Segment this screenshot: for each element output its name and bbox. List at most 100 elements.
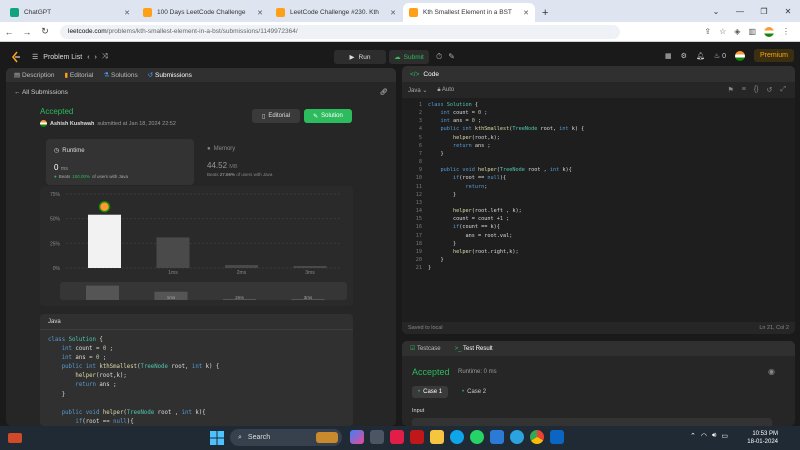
file-explorer-icon[interactable] (430, 430, 444, 444)
braces-icon[interactable]: {} (754, 86, 759, 94)
tab-description[interactable]: ▤ Description (14, 71, 54, 79)
settings-gear-icon[interactable]: ⚙ (681, 52, 687, 60)
volume-icon[interactable]: 🔊︎ (712, 432, 716, 440)
author-name[interactable]: Ashish Kushwah (50, 121, 94, 127)
weather-widget-icon[interactable] (8, 433, 22, 443)
forward-icon[interactable]: → (18, 27, 36, 37)
menu-icon[interactable]: ⋮ (782, 27, 790, 36)
tab-solutions[interactable]: ⚗ Solutions (103, 71, 137, 79)
chart-ytick-label: 0% (53, 266, 61, 272)
close-window-icon[interactable]: ✕ (776, 7, 800, 16)
close-icon[interactable]: ✕ (390, 9, 396, 17)
link-icon[interactable]: 🔗︎ (380, 88, 388, 96)
wifi-icon[interactable]: ◠ (701, 432, 707, 440)
format-icon[interactable]: ≡ (742, 86, 746, 94)
maximize-icon[interactable]: ❐ (752, 7, 776, 16)
edge-icon[interactable] (450, 430, 464, 444)
back-icon[interactable]: ← (0, 27, 18, 37)
fullscreen-icon[interactable]: ⤢ (780, 86, 786, 94)
runtime-value: 0 (54, 163, 59, 172)
layout-icon[interactable]: ▦ (665, 52, 672, 60)
taskbar-clock[interactable]: 10:53 PM 18-01-2024 (747, 430, 778, 446)
mcafee-icon[interactable] (410, 430, 424, 444)
close-icon[interactable]: ✕ (124, 9, 130, 17)
tab-testcase[interactable]: ☑ Testcase (410, 345, 441, 352)
tab-label: Description (21, 72, 55, 79)
close-icon[interactable]: ✕ (257, 9, 263, 17)
share-icon[interactable]: ⇪ (704, 27, 711, 36)
vscode-icon[interactable] (490, 430, 504, 444)
browser-tab-chatgpt[interactable]: ChatGPT ✕ (4, 3, 136, 22)
language-select[interactable]: Java ⌄ (408, 87, 427, 94)
task-view-icon[interactable] (370, 430, 384, 444)
search-highlight-icon (316, 432, 338, 443)
tab-search-icon[interactable]: ⌄ (704, 7, 728, 16)
prev-problem-icon[interactable]: ‹ (87, 54, 89, 61)
chart-bar[interactable] (88, 214, 121, 268)
user-avatar[interactable] (734, 50, 745, 61)
case-2-tab[interactable]: • Case 2 (456, 386, 492, 398)
chevron-up-icon[interactable]: ⌃ (690, 432, 696, 440)
leetcode-logo-icon[interactable] (10, 51, 22, 63)
reload-icon[interactable]: ↻ (36, 26, 54, 37)
beats-suffix: of users with Java (236, 172, 273, 177)
telegram-icon[interactable] (510, 430, 524, 444)
auto-mode-toggle[interactable]: 🔒︎ Auto (437, 87, 454, 94)
all-submissions-link[interactable]: ← All Submissions (14, 89, 68, 96)
line-numbers: 1 2 3 4 5 6 7 8 9 10 11 12 13 14 15 16 1… (415, 102, 422, 272)
notification-app-icon[interactable] (390, 430, 404, 444)
tab-title: ChatGPT (24, 9, 52, 16)
timer-icon[interactable]: ⏱ (436, 52, 442, 62)
whatsapp-icon[interactable] (470, 430, 484, 444)
eye-icon[interactable]: ◉ (768, 367, 775, 376)
chart-bar[interactable] (156, 237, 190, 268)
reset-icon[interactable]: ↺ (767, 86, 773, 94)
browser-tab-100days[interactable]: 100 Days LeetCode Challenge ✕ (137, 3, 269, 22)
notification-bell-icon[interactable]: 🔔︎ (696, 52, 705, 60)
next-problem-icon[interactable]: › (95, 54, 97, 61)
pencil-icon: ✎ (313, 113, 319, 120)
code-panel-title: Code (423, 70, 439, 78)
bookmark-icon[interactable]: ⚑ (727, 86, 733, 94)
chrome-icon[interactable] (530, 430, 544, 444)
code-editor[interactable]: 1 2 3 4 5 6 7 8 9 10 11 12 13 14 15 16 1… (402, 98, 795, 326)
case-1-tab[interactable]: • Case 1 (412, 386, 449, 398)
premium-button[interactable]: Premium (753, 49, 794, 62)
new-tab-button[interactable]: + (542, 7, 548, 19)
windows-start-icon[interactable] (210, 431, 224, 445)
chart-bar[interactable] (293, 266, 327, 268)
tab-editorial[interactable]: ▮ Editorial (64, 71, 93, 79)
url-field[interactable]: leetcode.com/problems/kth-smallest-eleme… (60, 24, 620, 39)
solution-button[interactable]: ✎ Solution (304, 109, 352, 123)
browser-tab-kth-smallest[interactable]: Kth Smallest Element in a BST ✕ (403, 3, 535, 22)
run-button[interactable]: ▶ Run (334, 50, 386, 64)
taskbar-search[interactable]: ⌕ Search (230, 429, 342, 446)
terminal-icon: >_ (454, 345, 462, 352)
problem-list-link[interactable]: Problem List (43, 54, 82, 61)
chart-ytick-label: 75% (50, 192, 61, 198)
linkedin-icon[interactable] (550, 430, 564, 444)
editor-code[interactable]: class Solution { int count = 0 ; int ans… (428, 101, 584, 272)
battery-icon[interactable]: ▭ (721, 432, 728, 440)
tab-test-result[interactable]: >_ Test Result (455, 346, 493, 352)
runtime-card[interactable]: ◷ Runtime 0 ms ● Beats 100.00% of users wi… (46, 139, 194, 185)
bookmark-star-icon[interactable]: ☆ (719, 27, 726, 36)
extension-icon[interactable]: ◈ (734, 27, 740, 36)
chart-bar[interactable] (225, 265, 258, 268)
minimize-icon[interactable]: — (728, 7, 752, 16)
copilot-icon[interactable] (350, 430, 364, 444)
testcase-panel: ☑ Testcase >_ Test Result Accepted Runti… (402, 341, 795, 426)
profile-avatar[interactable] (764, 26, 774, 37)
shuffle-icon[interactable]: ⤨ (102, 53, 108, 61)
notes-icon[interactable]: ✎ (448, 52, 455, 62)
close-icon[interactable]: ✕ (523, 9, 529, 17)
streak-fire-icon[interactable]: ♨ 0 (714, 52, 726, 60)
tab-label: Submissions (155, 72, 192, 79)
editorial-button[interactable]: ▯ Editorial (252, 109, 300, 123)
submit-button[interactable]: ☁ Submit (389, 50, 429, 64)
cursor-position: Ln 21, Col 2 (759, 325, 789, 331)
memory-header[interactable]: ● Memory (207, 146, 235, 152)
sidepanel-icon[interactable]: ▥ (748, 27, 756, 36)
browser-tab-challenge230[interactable]: LeetCode Challenge #230. Kth ✕ (270, 3, 402, 22)
tab-submissions[interactable]: ↺ Submissions (148, 71, 192, 79)
